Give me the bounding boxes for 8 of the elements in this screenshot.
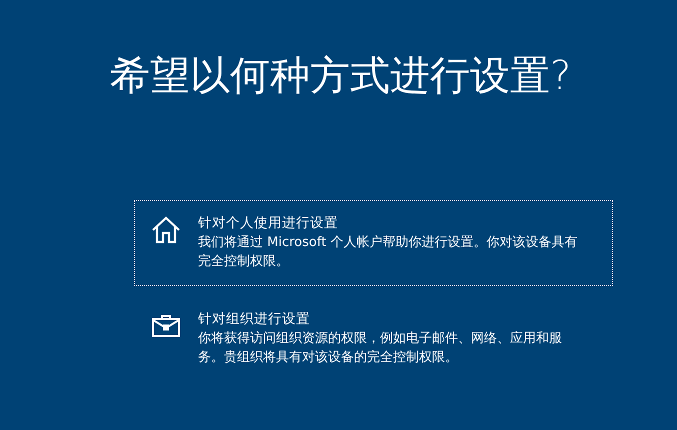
home-icon xyxy=(150,214,182,246)
option-title: 针对个人使用进行设置 xyxy=(198,214,339,233)
option-title: 针对组织进行设置 xyxy=(198,310,311,329)
page-title: 希望以何种方式进行设置? xyxy=(110,52,572,101)
option-description: 我们将通过 Microsoft 个人帐户帮助你进行设置。你对该设备具有完全控制权限。 xyxy=(198,234,578,271)
setup-option[interactable]: 针对组织进行设置 你将获得访问组织资源的权限，例如电子邮件、网络、应用和服务。贵组织将具有对该设备的完全控制权限。 xyxy=(134,296,613,382)
setup-option[interactable]: 针对个人使用进行设置 我们将通过 Microsoft 个人帐户帮助你进行设置。你对该设备具有完全控制权限。 xyxy=(134,200,613,286)
option-description: 你将获得访问组织资源的权限，例如电子邮件、网络、应用和服务。贵组织将具有对该设备的完全控制权限。 xyxy=(198,330,563,367)
